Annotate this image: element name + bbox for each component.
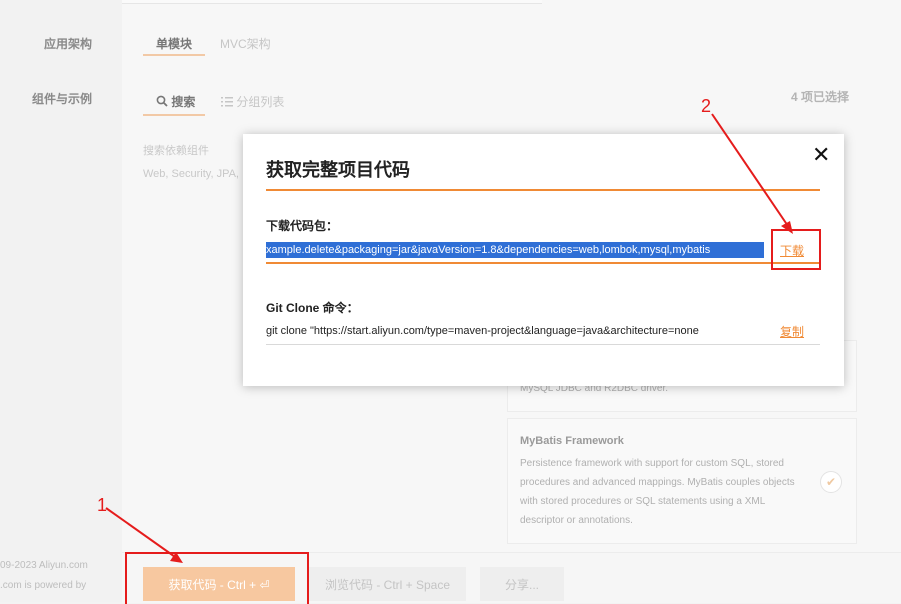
search-area[interactable]: 搜索依赖组件 Web, Security, JPA, bbox=[143, 142, 239, 190]
git-clone-label: Git Clone 命令： bbox=[266, 301, 359, 315]
components-label: 组件与示例 bbox=[31, 92, 92, 106]
annotation-label-2: 2 bbox=[701, 96, 712, 116]
tab-mvc[interactable]: MVC架构 bbox=[220, 35, 271, 52]
git-clone-underline bbox=[266, 344, 820, 345]
card-title: MyBatis Framework bbox=[520, 435, 624, 447]
list-icon bbox=[221, 95, 236, 109]
top-input-edge bbox=[122, 0, 542, 4]
dialog-title: 获取完整项目代码 bbox=[266, 160, 410, 180]
annotation-label-1: 1 bbox=[97, 495, 108, 515]
tab-search[interactable]: 搜索 bbox=[156, 93, 195, 110]
footer-copyright: 09-2023 Aliyun.com bbox=[0, 560, 88, 571]
check-icon[interactable]: ✔ bbox=[820, 471, 842, 493]
copy-link[interactable]: 复制 bbox=[780, 323, 804, 340]
git-clone-field[interactable]: git clone "https://start.aliyun.com/type… bbox=[266, 323, 764, 339]
app-arch-label: 应用架构 bbox=[43, 37, 92, 51]
annotation-box-download bbox=[771, 229, 821, 270]
get-code-dialog: 获取完整项目代码 ✕ 下载代码包： xample.delete&packagin… bbox=[243, 134, 844, 386]
footer-powered: .com is powered by bbox=[0, 580, 87, 591]
share-button[interactable]: 分享... bbox=[480, 567, 564, 601]
download-label: 下载代码包： bbox=[266, 219, 339, 233]
tab-search-underline bbox=[143, 114, 205, 116]
browse-code-button[interactable]: 浏览代码 - Ctrl + Space bbox=[309, 567, 466, 601]
selected-count: 4 项已选择 bbox=[791, 90, 850, 104]
card-desc: Persistence framework with support for c… bbox=[520, 458, 795, 526]
search-placeholder: 搜索依赖组件 bbox=[143, 145, 209, 157]
download-url-underline bbox=[266, 262, 820, 264]
annotation-box-get-code bbox=[125, 552, 309, 604]
tab-group-list[interactable]: 分组列表 bbox=[221, 93, 284, 110]
tab-single-module-underline bbox=[143, 54, 205, 56]
tab-group-list-label: 分组列表 bbox=[236, 95, 285, 109]
download-url-field[interactable]: xample.delete&packaging=jar&javaVersion=… bbox=[266, 242, 764, 258]
tab-search-label: 搜索 bbox=[171, 95, 196, 109]
dialog-title-rule bbox=[266, 189, 820, 191]
dependency-card-mybatis[interactable]: MyBatis Framework Persistence framework … bbox=[507, 418, 857, 544]
tab-single-module[interactable]: 单模块 bbox=[156, 35, 192, 52]
search-hint: Web, Security, JPA, bbox=[143, 168, 239, 180]
search-icon bbox=[156, 95, 171, 109]
close-icon[interactable]: ✕ bbox=[812, 144, 830, 166]
